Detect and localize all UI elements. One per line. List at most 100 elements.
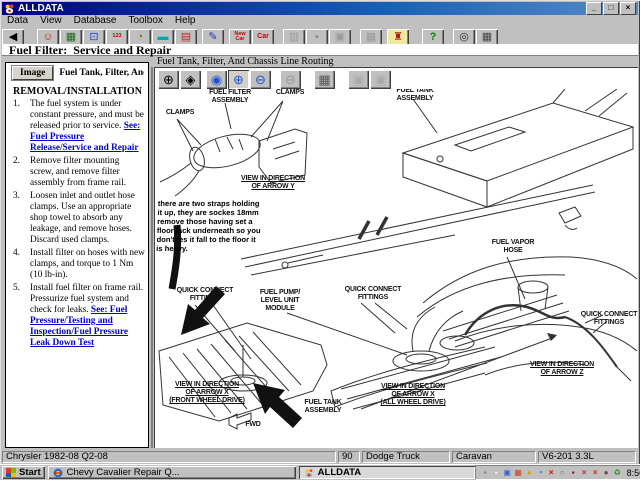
task-chevy-cavalier[interactable]: Chevy Cavalier Repair Q...: [48, 466, 296, 479]
minimize-button[interactable]: _: [586, 2, 602, 15]
step-text: Remove filter mounting screw, and remove…: [25, 156, 145, 189]
step-2: 2. Remove filter mounting screw, and rem…: [6, 156, 148, 191]
printer-gray-icon: ▦: [366, 32, 376, 43]
workstation-icon: ⊡: [89, 32, 98, 43]
tray-icon-3[interactable]: ▣: [502, 467, 513, 478]
panel-splitter[interactable]: [151, 67, 153, 448]
image-viewer-toolbar: ⊕ ◈ ◉ ⊕ ⊖ ⊖ ▦ ▣ ▣: [155, 68, 638, 90]
camera-gray-icon: ▣: [374, 73, 386, 86]
zoom-out-button[interactable]: ⊖: [250, 70, 271, 89]
step-number: 3.: [13, 191, 25, 246]
menu-view[interactable]: View: [35, 15, 69, 27]
print-button[interactable]: ▦: [476, 29, 498, 46]
zoom-out-disabled-button[interactable]: ⊖: [280, 70, 301, 89]
book-icon: ▤: [181, 32, 191, 43]
menu-database[interactable]: Database: [69, 15, 124, 27]
document-button-disabled[interactable]: ▥: [283, 29, 305, 46]
step-4: 4. Install filter on hoses with new clam…: [6, 248, 148, 283]
image-window-title: Fuel Tank, Filter, And Chassis Line Rout…: [157, 56, 334, 67]
camera-button-1[interactable]: ▣: [348, 70, 369, 89]
print-preview-button[interactable]: ◎: [453, 29, 475, 46]
new-car-button[interactable]: New Car: [229, 29, 251, 46]
windows-logo-icon: [6, 468, 16, 477]
tray-icon-4[interactable]: ▦: [513, 467, 524, 478]
label-view-arrow-z: VIEW IN DIRECTION OF ARROW Z: [507, 361, 617, 377]
tray-icon-10[interactable]: ×: [579, 467, 590, 478]
label-fuel-pump-module: FUEL PUMP/ LEVEL UNIT MODULE: [249, 289, 311, 313]
zoom-in-button[interactable]: ⊕: [158, 70, 179, 89]
taskbar: Start Chevy Cavalier Repair Q... ALLDATA…: [0, 464, 640, 480]
calculator-icon: 123: [112, 34, 121, 40]
tray-icon-13[interactable]: ♻: [612, 467, 623, 478]
zoom-fit-button[interactable]: ⊕: [228, 70, 249, 89]
camera-icon: ▣: [335, 32, 345, 43]
menu-help[interactable]: Help: [170, 15, 203, 27]
alldata-logo-icon: [4, 3, 15, 14]
title-bar: ALLDATA _ □ ×: [2, 2, 638, 15]
tray-icon-7[interactable]: ×: [546, 467, 557, 478]
status-year: 90: [338, 451, 360, 463]
step-text: Loosen inlet and outlet hose clamps. Use…: [25, 191, 145, 246]
alldata-window: ALLDATA _ □ × Data View Database Toolbox…: [0, 0, 640, 480]
page-title: Fuel Filter: Service and Repair: [2, 44, 638, 56]
pan-icon: ◈: [186, 73, 196, 86]
label-view-arrow-y: VIEW IN DIRECTION OF ARROW Y: [213, 175, 333, 191]
step-number: 2.: [13, 156, 25, 189]
diagram-canvas[interactable]: FUEL FILTER ASSEMBLY CLAMPS FUEL TANK AS…: [155, 89, 638, 448]
label-quick-connect-left: QUICK CONNECT FITTINGS: [161, 287, 249, 303]
tray-icon-2[interactable]: ●: [491, 467, 502, 478]
zoom-actual-button[interactable]: ◉: [206, 70, 227, 89]
tray-icon-1[interactable]: ▪: [480, 467, 491, 478]
task-label: Chevy Cavalier Repair Q...: [67, 467, 180, 478]
step-text: Install fuel filter on frame rail. Press…: [25, 283, 145, 349]
help-button[interactable]: ?: [422, 29, 444, 46]
tray-icon-12[interactable]: ●: [601, 467, 612, 478]
back-icon: ◀: [9, 32, 17, 43]
notes-button[interactable]: ✎: [202, 29, 224, 46]
article-panel: Image Fuel Tank, Filter, And Chassis Lin…: [5, 62, 149, 448]
article-panel-header: Image Fuel Tank, Filter, And Chassis Lin…: [6, 63, 148, 82]
label-fuel-tank-assembly-bottom: FUEL TANK ASSEMBLY: [287, 399, 359, 415]
label-fuel-vapor-hose: FUEL VAPOR HOSE: [477, 239, 549, 255]
step-text: The fuel system is under constant pressu…: [25, 99, 145, 154]
article-heading: Fuel Tank, Filter, And Chassis Line Rout…: [59, 68, 144, 78]
printer-icon: ▦: [318, 73, 330, 86]
printer-button-disabled[interactable]: ▦: [360, 29, 382, 46]
task-alldata[interactable]: ALLDATA: [299, 466, 475, 479]
start-label: Start: [19, 467, 41, 478]
car-return-button[interactable]: Car: [252, 29, 274, 46]
window-title: ALLDATA: [18, 3, 585, 14]
step-3: 3. Loosen inlet and outlet hose clamps. …: [6, 191, 148, 248]
tray-icon-11[interactable]: ×: [590, 467, 601, 478]
step-text: Install filter on hoses with new clamps,…: [25, 248, 145, 281]
start-button[interactable]: Start: [2, 466, 45, 479]
camera-gray-icon: ▣: [352, 73, 364, 86]
camera-button-disabled[interactable]: ▣: [329, 29, 351, 46]
menu-data[interactable]: Data: [2, 15, 35, 27]
zoom-fit-icon: ⊕: [233, 73, 244, 86]
step-number: 4.: [13, 248, 25, 281]
pan-button[interactable]: ◈: [180, 70, 201, 89]
tray-icon-5[interactable]: ●: [524, 467, 535, 478]
camera-button-2[interactable]: ▣: [370, 70, 391, 89]
label-clamps-left: CLAMPS: [157, 109, 203, 117]
panel-button-disabled[interactable]: ▪: [306, 29, 328, 46]
dash-icon: ▬: [158, 32, 169, 43]
step-body-text: Install filter on hoses with new clamps,…: [30, 248, 145, 280]
key-holder-button[interactable]: ♜: [387, 29, 409, 46]
print-image-button[interactable]: ▦: [314, 70, 335, 89]
maximize-button[interactable]: □: [603, 2, 619, 15]
status-model: Caravan: [452, 451, 536, 463]
image-button[interactable]: Image: [12, 66, 53, 80]
menu-bar: Data View Database Toolbox Help: [2, 15, 638, 27]
tray-icon-6[interactable]: ◔: [535, 467, 546, 478]
close-button[interactable]: ×: [620, 2, 636, 15]
label-quick-connect-mid: QUICK CONNECT FITTINGS: [327, 286, 419, 302]
system-tray: ▪ ● ▣ ▦ ● ◔ × ○ ▪ × × ● ♻ 8:56 PM: [475, 465, 640, 480]
tray-icon-9[interactable]: ▪: [568, 467, 579, 478]
step-body-text: Remove filter mounting screw, and remove…: [30, 156, 126, 188]
toolbox-icon: ▦: [66, 32, 76, 43]
parts-book-button[interactable]: ▤: [175, 29, 197, 46]
menu-toolbox[interactable]: Toolbox: [123, 15, 169, 27]
tray-icon-8[interactable]: ○: [557, 467, 568, 478]
